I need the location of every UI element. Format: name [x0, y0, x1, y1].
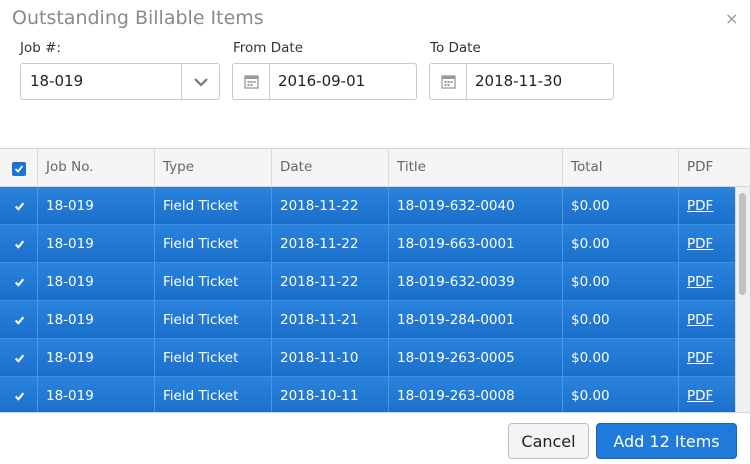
cell-type: Field Ticket: [154, 339, 271, 377]
pdf-link[interactable]: PDF: [687, 388, 713, 404]
cell-type: Field Ticket: [154, 225, 271, 263]
table-row[interactable]: 18-019 Field Ticket 2018-11-22 18-019-663-0…: [0, 225, 735, 263]
cell-total: $0.00: [562, 301, 678, 339]
add-items-button[interactable]: Add 12 Items: [596, 423, 737, 459]
cell-title: 18-019-263-0005: [388, 339, 562, 377]
cell-date: 2018-11-22: [271, 187, 388, 225]
cell-date: 2018-10-11: [271, 377, 388, 412]
table-row[interactable]: 18-019 Field Ticket 2018-11-10 18-019-263-0…: [0, 339, 735, 377]
grid-header: Job No. Type Date Title Total PDF: [0, 149, 750, 187]
cell-title: 18-019-663-0001: [388, 225, 562, 263]
to-date-label: To Date: [430, 40, 481, 56]
cell-title: 18-019-632-0040: [388, 187, 562, 225]
pdf-link[interactable]: PDF: [687, 274, 713, 290]
column-header-date[interactable]: Date: [271, 149, 388, 187]
dialog-title: Outstanding Billable Items: [12, 7, 264, 29]
dialog-footer: Cancel Add 12 Items: [0, 414, 750, 464]
to-date-field[interactable]: 2018-11-30: [429, 63, 614, 100]
cell-type: Field Ticket: [154, 187, 271, 225]
cell-pdf: PDF: [678, 263, 735, 301]
cell-job-no: 18-019: [37, 225, 154, 263]
cell-job-no: 18-019: [37, 301, 154, 339]
calendar-icon[interactable]: [233, 64, 270, 99]
cancel-button[interactable]: Cancel: [508, 423, 589, 459]
job-select[interactable]: 18-019: [20, 63, 220, 100]
cell-type: Field Ticket: [154, 301, 271, 339]
row-checkbox[interactable]: [12, 351, 26, 365]
cell-total: $0.00: [562, 187, 678, 225]
cell-title: 18-019-263-0008: [388, 377, 562, 412]
cell-pdf: PDF: [678, 301, 735, 339]
column-header-title[interactable]: Title: [388, 149, 562, 187]
chevron-down-icon[interactable]: [193, 75, 209, 89]
column-header-type[interactable]: Type: [154, 149, 271, 187]
from-date-label: From Date: [233, 40, 304, 56]
cell-total: $0.00: [562, 377, 678, 412]
billable-items-grid: Job No. Type Date Title Total PDF 18-019…: [0, 148, 750, 413]
from-date-value: 2016-09-01: [278, 72, 366, 90]
cell-pdf: PDF: [678, 377, 735, 412]
cell-total: $0.00: [562, 225, 678, 263]
cell-pdf: PDF: [678, 339, 735, 377]
row-checkbox[interactable]: [12, 275, 26, 289]
row-checkbox[interactable]: [12, 389, 26, 403]
select-all-checkbox[interactable]: [12, 162, 26, 176]
billable-items-dialog: Outstanding Billable Items × Job #: From…: [0, 0, 751, 464]
row-checkbox[interactable]: [12, 237, 26, 251]
cell-date: 2018-11-10: [271, 339, 388, 377]
cell-type: Field Ticket: [154, 263, 271, 301]
grid-scrollbar-thumb[interactable]: [739, 193, 746, 295]
job-select-value: 18-019: [30, 72, 84, 90]
cell-title: 18-019-284-0001: [388, 301, 562, 339]
cell-total: $0.00: [562, 263, 678, 301]
close-icon[interactable]: ×: [725, 9, 738, 28]
pdf-link[interactable]: PDF: [687, 236, 713, 252]
cell-job-no: 18-019: [37, 339, 154, 377]
pdf-link[interactable]: PDF: [687, 350, 713, 366]
pdf-link[interactable]: PDF: [687, 312, 713, 328]
cell-pdf: PDF: [678, 225, 735, 263]
row-checkbox[interactable]: [12, 313, 26, 327]
table-row[interactable]: 18-019 Field Ticket 2018-11-21 18-019-284-0…: [0, 301, 735, 339]
table-row[interactable]: 18-019 Field Ticket 2018-11-22 18-019-632-0…: [0, 263, 735, 301]
cell-job-no: 18-019: [37, 377, 154, 412]
cell-total: $0.00: [562, 339, 678, 377]
cell-pdf: PDF: [678, 187, 735, 225]
job-label: Job #:: [20, 40, 61, 56]
cell-date: 2018-11-22: [271, 225, 388, 263]
column-header-job-no[interactable]: Job No.: [37, 149, 154, 187]
table-row[interactable]: 18-019 Field Ticket 2018-10-11 18-019-263-0…: [0, 377, 735, 412]
to-date-value: 2018-11-30: [475, 72, 563, 90]
job-select-divider: [181, 64, 182, 99]
row-checkbox[interactable]: [12, 199, 26, 213]
calendar-icon[interactable]: [430, 64, 467, 99]
from-date-field[interactable]: 2016-09-01: [232, 63, 417, 100]
cell-job-no: 18-019: [37, 187, 154, 225]
cell-date: 2018-11-21: [271, 301, 388, 339]
column-header-total[interactable]: Total: [562, 149, 678, 187]
cell-type: Field Ticket: [154, 377, 271, 412]
cell-date: 2018-11-22: [271, 263, 388, 301]
cell-job-no: 18-019: [37, 263, 154, 301]
column-header-pdf[interactable]: PDF: [678, 149, 735, 187]
pdf-link[interactable]: PDF: [687, 198, 713, 214]
cell-title: 18-019-632-0039: [388, 263, 562, 301]
table-row[interactable]: 18-019 Field Ticket 2018-11-22 18-019-632-0…: [0, 187, 735, 225]
